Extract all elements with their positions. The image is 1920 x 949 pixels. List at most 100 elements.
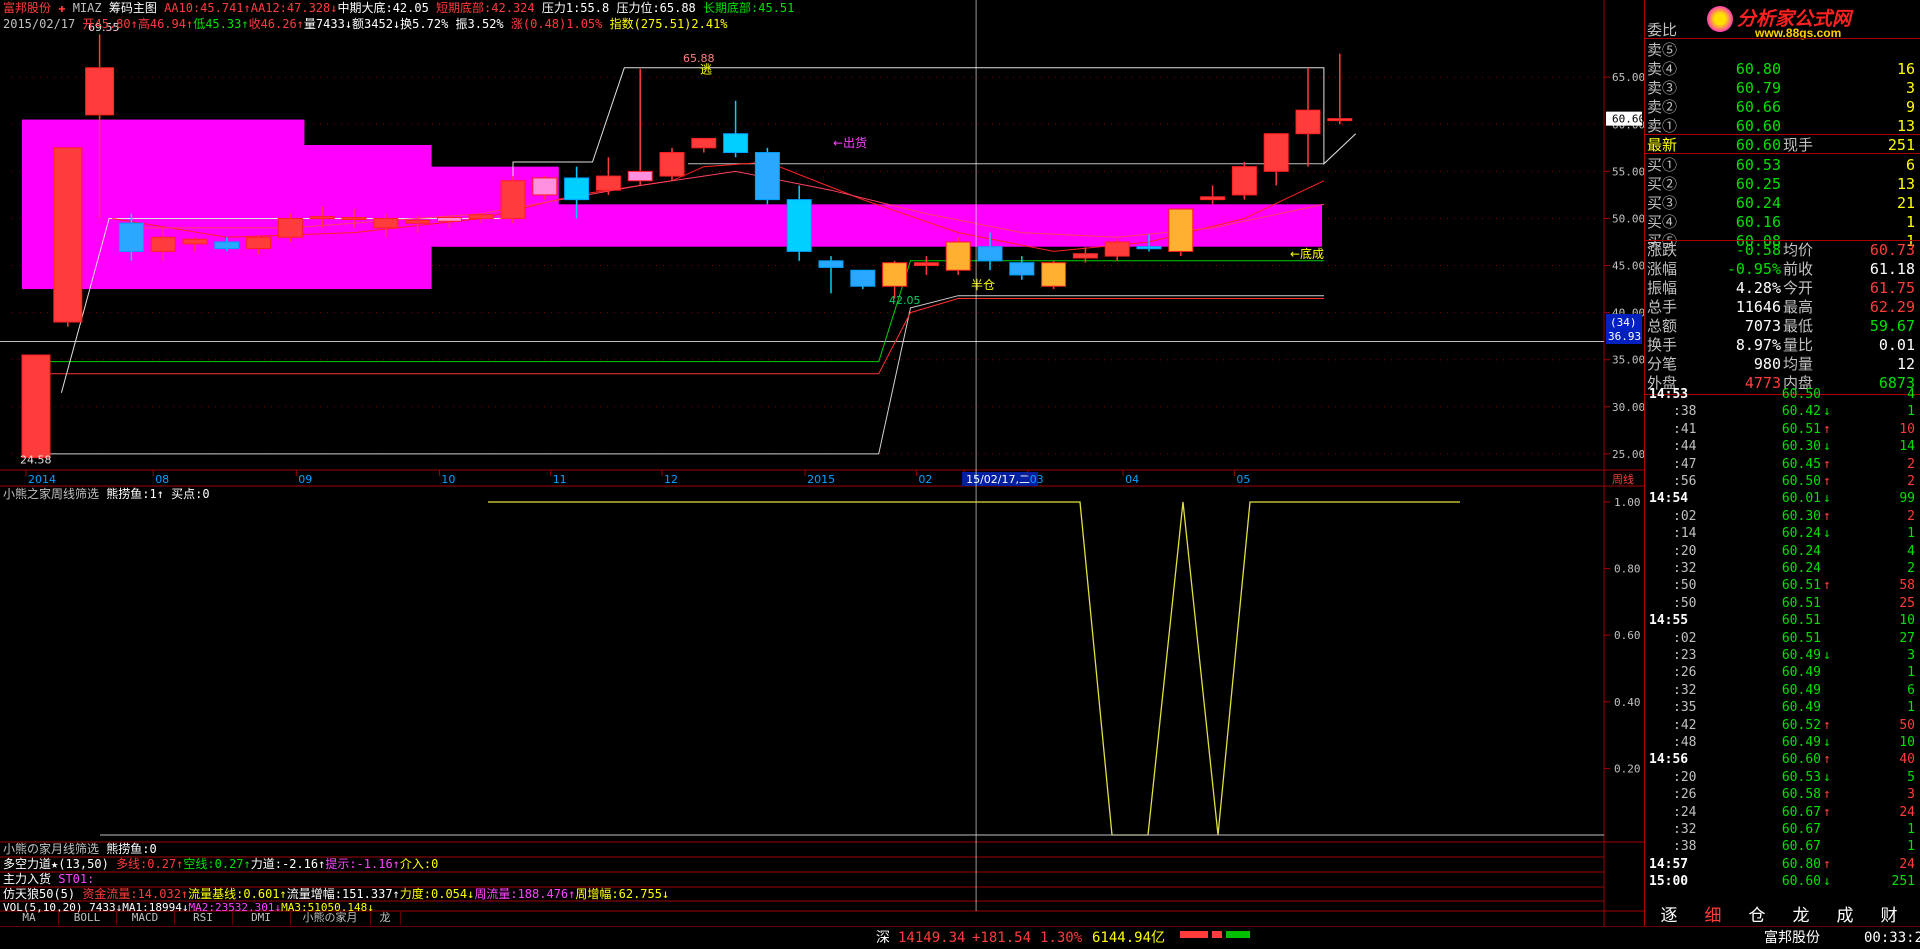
price-label-5: 50.00	[1612, 212, 1645, 225]
right-tab-5[interactable]: 财	[1869, 906, 1909, 926]
tab-0[interactable]: MA	[0, 911, 59, 925]
weibi-row: 委比	[1645, 20, 1920, 40]
tick-cell-1: 60.45	[1781, 456, 1821, 472]
x-label-0: 2014	[28, 473, 56, 486]
tick-cell-3: 1	[1907, 665, 1915, 681]
candle-body-29	[945, 241, 971, 271]
x-label-3: 10	[441, 473, 455, 486]
x-label-6: 2015	[807, 473, 835, 486]
tick-cell-3: 24	[1899, 856, 1915, 872]
stat-row-5-cell-1: 8.97%	[1735, 336, 1781, 354]
candle-body-26	[850, 269, 876, 287]
stat-row-0-cell-3: 60.73	[1869, 241, 1915, 259]
sub-indicator-label3: 买点:0	[171, 487, 210, 501]
tick-cell-2: ↓	[1823, 526, 1831, 542]
tick-cell-0: 14:53	[1649, 387, 1689, 402]
candle-body-38	[1231, 166, 1257, 196]
kline-chart[interactable]: 25.0030.0035.0040.0045.0050.0055.0060.00…	[0, 0, 1920, 926]
tick-row: 14:55 60.51 10	[1645, 613, 1920, 629]
tick-row: 14:57 60.80 ↑ 24	[1645, 857, 1920, 873]
right-tab-2[interactable]: 仓	[1737, 906, 1777, 926]
right-tab-3[interactable]: 龙	[1781, 906, 1821, 926]
price-label-1: 30.00	[1612, 401, 1645, 414]
tick-cell-2: ↓	[1823, 874, 1831, 890]
tab-5[interactable]: 小熊の家月	[290, 911, 371, 925]
tick-cell-1: 60.30	[1781, 508, 1821, 524]
tick-cell-2: ↓	[1823, 648, 1831, 663]
ind1-seg-0: 小熊の家月线筛选	[3, 842, 107, 856]
tick-cell-0: :38	[1673, 404, 1697, 420]
tab-3[interactable]: RSI	[174, 911, 233, 925]
tick-cell-0: :38	[1673, 839, 1697, 855]
tick-cell-1: 60.67	[1781, 804, 1821, 820]
sell-row-0: 卖⑤	[1645, 40, 1920, 60]
tick-cell-2: ↑	[1823, 578, 1831, 594]
tick-cell-2: ↑	[1823, 856, 1831, 872]
stat-row-6-cell-3: 12	[1896, 355, 1915, 373]
tick-cell-3: 5	[1907, 769, 1915, 785]
candle-body-12	[405, 219, 431, 224]
tick-cell-0: :23	[1673, 648, 1697, 663]
stat-row-2-cell-0: 振幅	[1647, 279, 1678, 297]
ann-bottom: ←底成	[1290, 246, 1324, 261]
sub-label-2: 0.60	[1614, 629, 1641, 642]
tick-row: 14:56 60.60 ↑ 40	[1645, 752, 1920, 768]
tick-cell-3: 27	[1899, 630, 1915, 646]
x-label-4: 11	[553, 473, 567, 486]
right-tab-1[interactable]: 细	[1693, 906, 1733, 926]
quote-sep-3	[1645, 240, 1920, 241]
candle-body-34	[1104, 241, 1130, 257]
header1-seg-6: 中期大底:42.05	[337, 1, 437, 15]
latest-row-cell-2: 现手	[1783, 136, 1814, 154]
quote-sep-2	[1645, 153, 1920, 154]
stat-row-1: 涨幅 -0.95% 前收 61.18	[1645, 259, 1920, 279]
tick-cell-1: 60.24	[1781, 526, 1821, 542]
weibi-row-cell-0: 委比	[1647, 21, 1678, 39]
tick-row: :47 60.45 ↑ 2	[1645, 457, 1920, 473]
ind2-seg-0: 多空力道★(13,50)	[3, 857, 117, 871]
tick-cell-0: :26	[1673, 665, 1697, 681]
tick-cell-1: 60.51	[1781, 421, 1821, 437]
stat-row-1-cell-2: 前收	[1783, 260, 1814, 278]
line-red-step	[36, 298, 1324, 375]
tab-6[interactable]: 龙	[370, 911, 401, 925]
tick-cell-1: 60.52	[1781, 717, 1821, 733]
candle-body-15	[500, 180, 526, 219]
stat-row-1-cell-1: -0.95%	[1726, 260, 1781, 278]
sell-row-0-cell-0: 卖⑤	[1647, 41, 1678, 59]
right-tab-0[interactable]: 逐	[1649, 906, 1689, 926]
indicator-line-4: 仿天狼50(5) 资金流量:14.032↑流量基线:0.601↑流量增幅:151…	[3, 887, 669, 901]
header1-seg-0: 富邦股份	[3, 1, 52, 15]
tab-1[interactable]: BOLL	[58, 911, 117, 925]
sell-row-4-cell-2: 13	[1896, 117, 1915, 135]
tick-cell-1: 60.50	[1781, 387, 1821, 402]
tab-2[interactable]: MACD	[116, 911, 175, 925]
tick-row: :50 60.51 ↑ 58	[1645, 578, 1920, 594]
candle-body-5	[182, 238, 208, 245]
sell-row-1-cell-1: 60.80	[1735, 60, 1781, 78]
tick-cell-1: 60.24	[1781, 543, 1821, 559]
right-tab-4[interactable]: 成	[1825, 906, 1865, 926]
tick-cell-2: ↑	[1823, 474, 1831, 489]
tab-4[interactable]: DMI	[232, 911, 291, 925]
x-label-7: 02	[918, 473, 932, 486]
tick-row: 14:54 60.01 ↓ 99	[1645, 491, 1920, 507]
ind3-seg-0: 主力入货	[3, 872, 59, 886]
header-line-1: 富邦股份 ✚ MIAZ 筹码主图 AA10:45.741↑AA12:47.328…	[3, 1, 794, 15]
stat-row-3-cell-3: 62.29	[1869, 298, 1915, 316]
tick-cell-3: 50	[1899, 717, 1915, 733]
tick-cell-1: 60.60	[1781, 752, 1821, 768]
header-line-2: 2015/02/17 开45.80↑高46.94↑低45.33↑收46.26↑量…	[3, 17, 728, 31]
candle-body-28	[913, 262, 939, 267]
candle-body-6	[214, 241, 240, 250]
tick-cell-3: 99	[1899, 491, 1915, 507]
tick-row: :32 60.24 2	[1645, 561, 1920, 577]
tick-cell-0: :32	[1673, 822, 1697, 837]
candle-body-16	[532, 177, 558, 196]
price-label-8: 65.00	[1612, 71, 1645, 84]
index-amount: 6144.94亿	[1092, 930, 1166, 946]
x-label-9: 03	[1030, 473, 1044, 486]
tick-cell-3: 24	[1899, 804, 1915, 820]
header2-seg-10: 指数(275.51)2.41%	[609, 17, 728, 31]
tick-cell-0: :41	[1673, 421, 1697, 437]
